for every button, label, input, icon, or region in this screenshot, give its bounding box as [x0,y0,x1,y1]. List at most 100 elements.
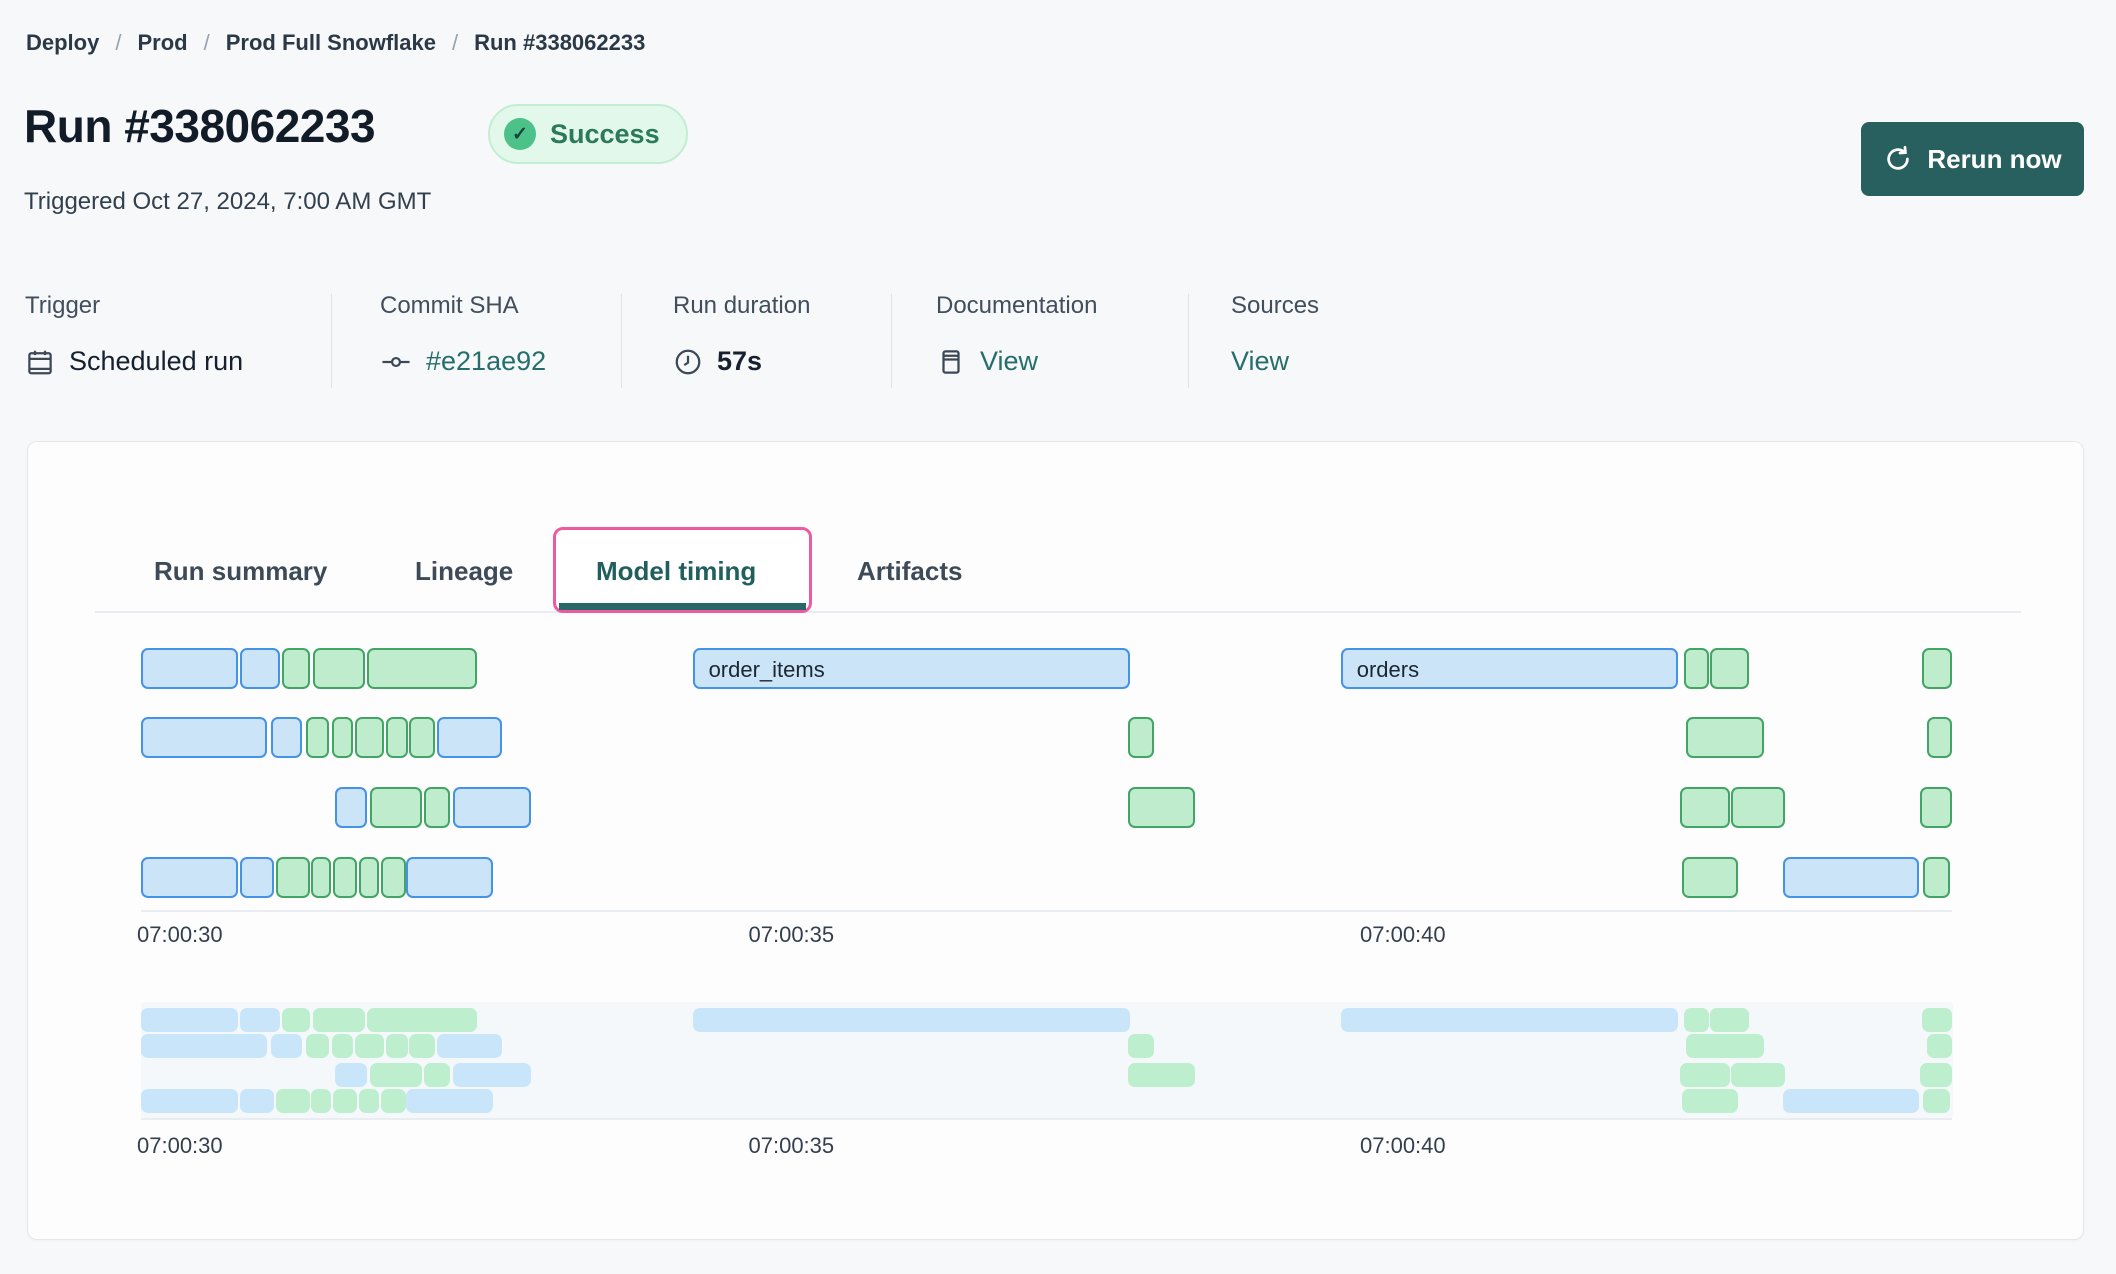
gantt-bar[interactable] [1922,857,1950,898]
meta-commit-label: Commit SHA [380,292,519,319]
minimap-bar [1685,1034,1764,1058]
minimap-bar [367,1008,478,1032]
gantt-bar[interactable] [1921,648,1953,689]
tab-lineage[interactable]: Lineage [415,556,513,587]
gantt-bar[interactable] [240,857,275,898]
minimap-bar [240,1089,275,1113]
minimap-bar [1920,1063,1953,1087]
rerun-now-label: Rerun now [1927,143,2062,174]
gantt-bar[interactable] [1681,857,1739,898]
gantt-bar[interactable] [335,787,368,828]
meta-trigger-label: Trigger [25,292,101,319]
gantt-bar[interactable] [355,717,385,758]
gantt-bar[interactable] [1127,787,1196,828]
breadcrumb-prod[interactable]: Prod [137,30,187,56]
tab-run-summary[interactable]: Run summary [154,556,327,587]
minimap-bar [1679,1063,1730,1087]
minimap-bar [1922,1089,1950,1113]
meta-run-duration: Run duration 57s [673,292,810,377]
tabs-divider [95,611,2021,613]
meta-divider [621,294,622,388]
minimap-bar [1710,1008,1750,1032]
gantt-bar[interactable] [1127,717,1154,758]
gantt-bar[interactable] [1920,787,1953,828]
run-detail-card [27,441,2084,1240]
gantt-bar[interactable] [306,717,330,758]
gantt-bar[interactable] [380,857,407,898]
documentation-view-link[interactable]: View [980,346,1038,377]
meta-documentation-label: Documentation [936,292,1098,319]
minimap-bar [1681,1089,1739,1113]
gantt-bar[interactable] [1926,717,1953,758]
minimap-bar [313,1008,365,1032]
gantt-bar[interactable] [1679,787,1730,828]
gantt-bar[interactable] [331,717,353,758]
gantt-bar[interactable] [1684,648,1709,689]
gantt-bar[interactable] [313,648,365,689]
minimap-bar [423,1063,451,1087]
run-duration-value: 57s [717,346,763,376]
minimap-bar [408,1034,435,1058]
gantt-bar[interactable] [367,648,478,689]
minimap-bar [406,1089,494,1113]
meta-sources-label: Sources [1231,292,1320,319]
gantt-bar[interactable] [141,717,267,758]
gantt-bar[interactable] [333,857,358,898]
gantt-bar-order_items[interactable]: order_items [692,648,1131,689]
gantt-bar[interactable] [369,787,423,828]
gantt-bar[interactable] [1710,648,1750,689]
commit-sha-link[interactable]: #e21ae92 [426,346,546,377]
sources-view-link[interactable]: View [1231,346,1289,377]
minimap-bar [281,1008,310,1032]
minimap-bar [331,1034,353,1058]
minimap-bar [1926,1034,1953,1058]
minimap-bar [380,1089,407,1113]
gantt-bar[interactable] [408,717,435,758]
gantt-bar[interactable] [141,857,238,898]
breadcrumb-deploy[interactable]: Deploy [26,30,99,56]
clock-icon [673,347,703,377]
gantt-bar[interactable] [452,787,532,828]
minimap-bar [141,1089,238,1113]
meta-divider [891,294,892,388]
gantt-bar[interactable] [406,857,494,898]
meta-trigger: Trigger Scheduled run [25,292,243,377]
time-tick-label: 07:00:35 [748,922,835,947]
gantt-bar[interactable] [240,648,281,689]
tab-model-timing[interactable]: Model timing [596,556,756,587]
breadcrumb-separator: / [203,30,210,55]
gantt-bar[interactable] [385,717,408,758]
breadcrumb-run: Run #338062233 [474,30,646,55]
minimap-bar [369,1063,423,1087]
breadcrumb-separator: / [451,30,459,55]
meta-duration-label: Run duration [673,292,811,319]
gantt-bar-orders[interactable]: orders [1340,648,1679,689]
gantt-bar[interactable] [281,648,310,689]
gantt-bar[interactable] [1783,857,1920,898]
minimap-bar [141,1008,238,1032]
time-tick-label: 07:00:30 [137,1133,223,1158]
gantt-bar[interactable] [270,717,303,758]
gantt-bar[interactable] [1730,787,1785,828]
gantt-bar[interactable] [275,857,310,898]
gantt-bar[interactable] [1685,717,1764,758]
gantt-bar[interactable] [310,857,331,898]
status-badge: ✓ Success [488,104,688,164]
gantt-bar[interactable] [358,857,380,898]
meta-documentation: Documentation View [936,292,1097,377]
gantt-bar[interactable] [436,717,502,758]
status-badge-label: Success [550,118,660,149]
meta-divider [1188,294,1189,388]
time-tick-label: 07:00:30 [137,922,223,947]
gantt-bar[interactable] [423,787,451,828]
tab-artifacts[interactable]: Artifacts [857,556,962,587]
time-tick-label: 07:00:35 [748,1133,835,1158]
minimap-bar [270,1034,303,1058]
rerun-now-button[interactable]: Rerun now [1861,122,2084,196]
breadcrumb-environment[interactable]: Prod Full Snowflake [226,30,436,56]
minimap-bar [1127,1034,1154,1058]
minimap-bar [240,1008,281,1032]
minimap-bar [1684,1008,1709,1032]
gantt-bar[interactable] [141,648,238,689]
minimap-bar [436,1034,502,1058]
